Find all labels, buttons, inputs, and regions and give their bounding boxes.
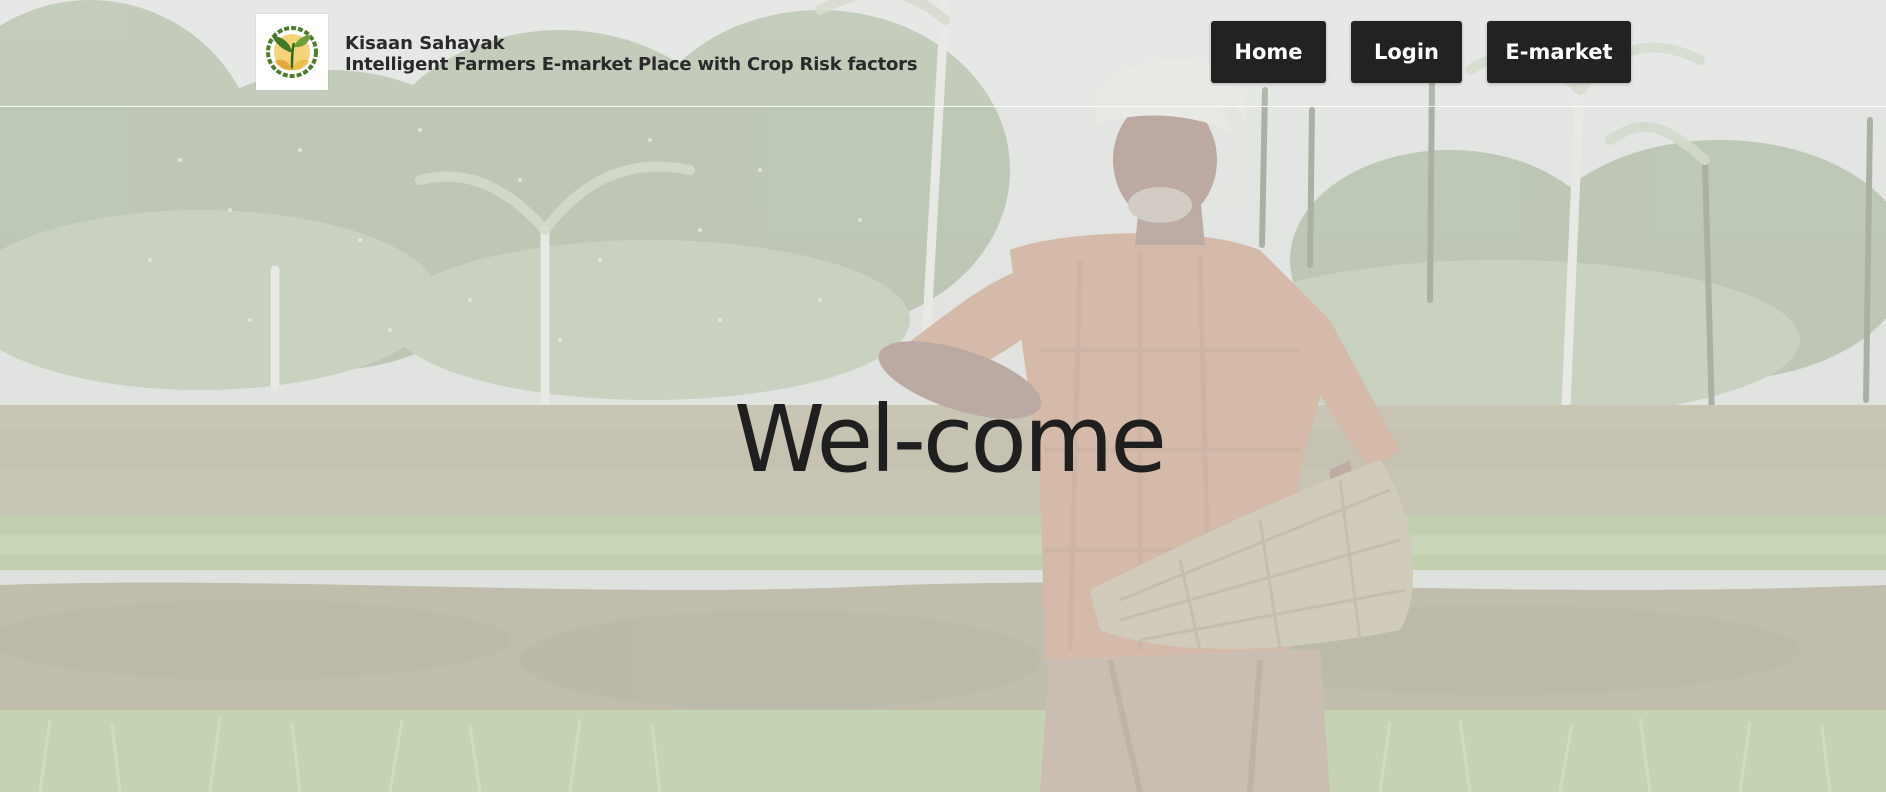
page: Kisaan Sahayak Intelligent Farmers E-mar… <box>0 0 1886 792</box>
e-market-button[interactable]: E-market <box>1487 21 1631 83</box>
brand[interactable]: Kisaan Sahayak Intelligent Farmers E-mar… <box>256 14 918 90</box>
brand-text: Kisaan Sahayak Intelligent Farmers E-mar… <box>345 33 918 75</box>
welcome-heading: Wel-come <box>733 386 1167 493</box>
main-nav: Home Login E-market <box>1211 21 1631 83</box>
home-button[interactable]: Home <box>1211 21 1326 83</box>
site-header: Kisaan Sahayak Intelligent Farmers E-mar… <box>0 0 1886 107</box>
brand-name: Kisaan Sahayak <box>345 33 505 54</box>
brand-logo[interactable] <box>256 14 328 90</box>
leaf-circle-logo-icon <box>266 26 318 78</box>
brand-tagline: Intelligent Farmers E-market Place with … <box>345 54 918 75</box>
login-button[interactable]: Login <box>1351 21 1462 83</box>
